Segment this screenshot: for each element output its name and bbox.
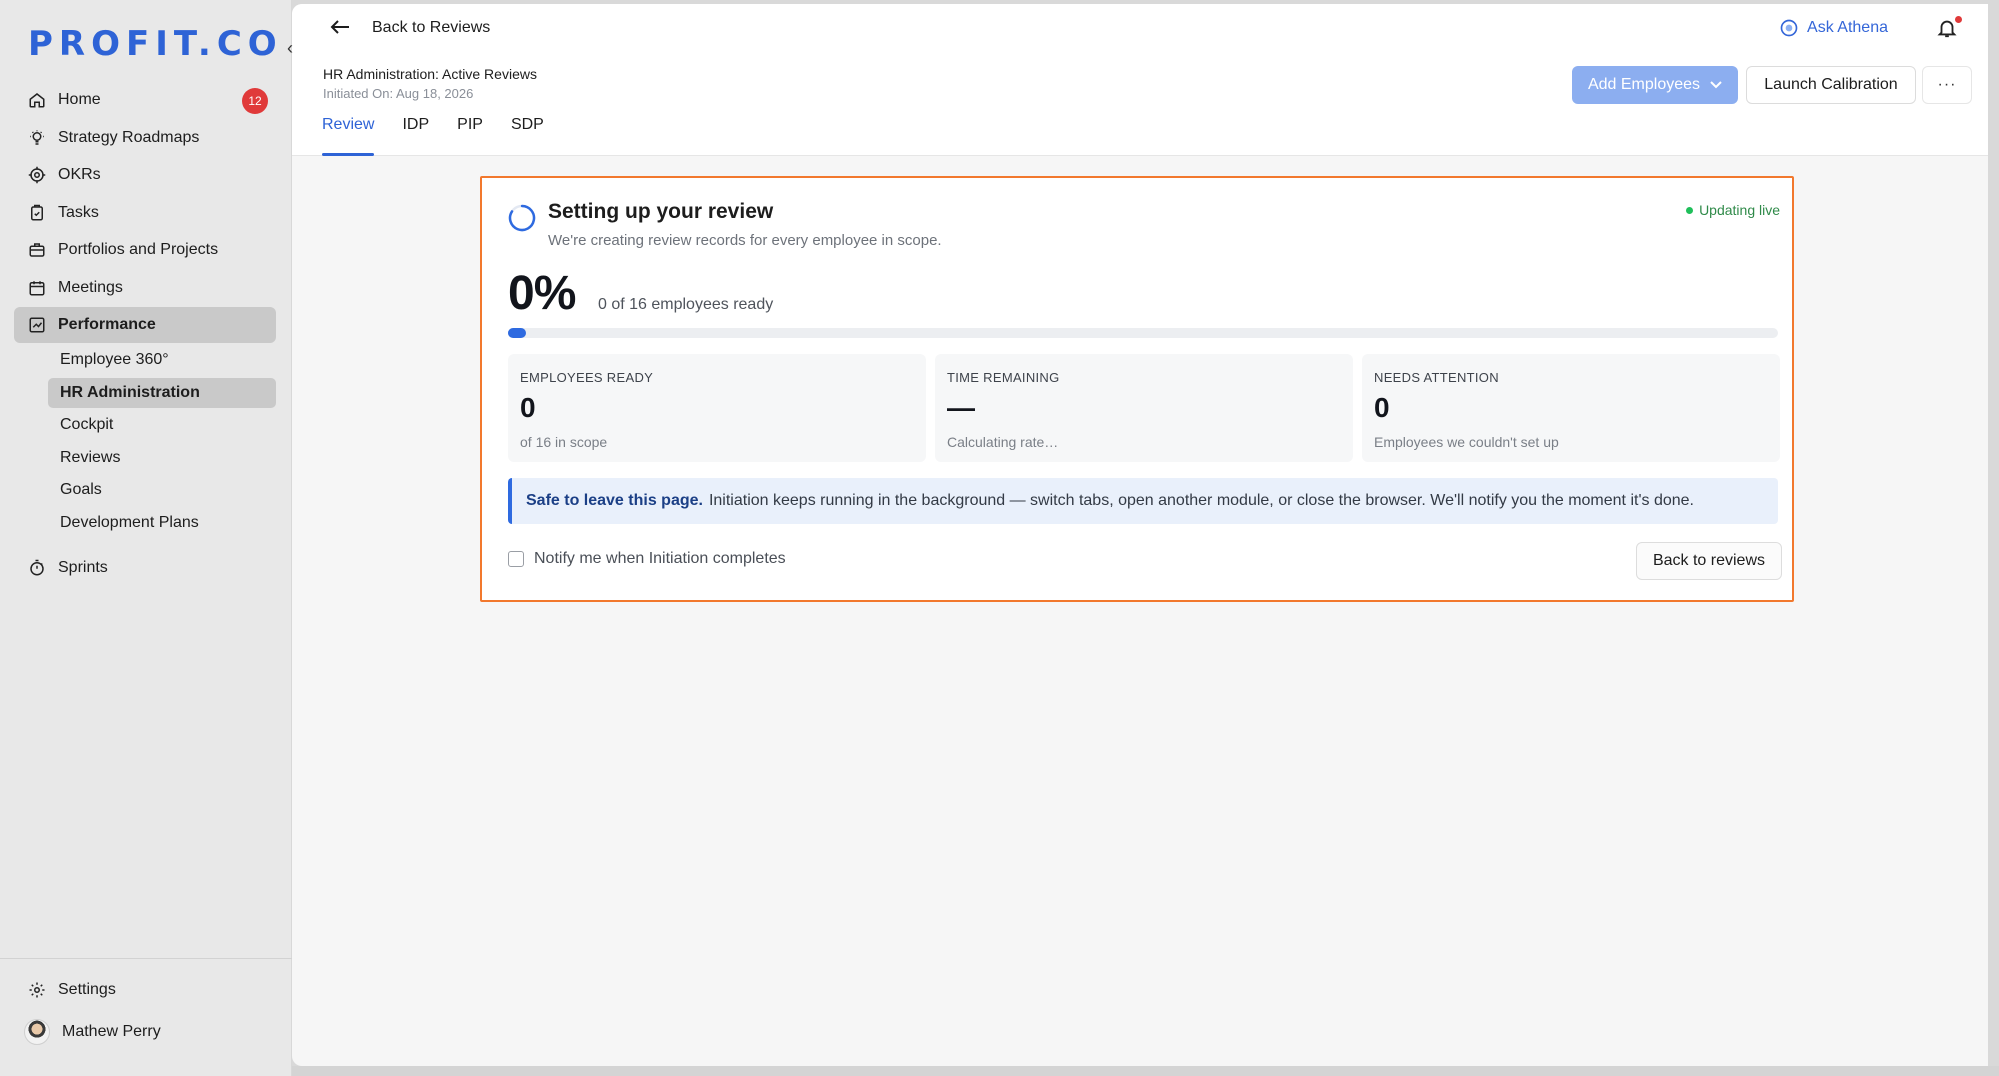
- review-tabs: Review IDP PIP SDP: [322, 116, 572, 156]
- review-header: HR Administration: Active Reviews Initia…: [292, 56, 1988, 156]
- user-name: Mathew Perry: [62, 1023, 161, 1040]
- progress-percent: 0%: [508, 267, 576, 320]
- stat-note: Calculating rate…: [947, 434, 1059, 450]
- loading-spinner-icon: [508, 204, 536, 232]
- sidebar-item-label: Sprints: [58, 558, 108, 576]
- sidebar-item-tasks[interactable]: Tasks: [14, 195, 276, 231]
- setup-subtitle: We're creating review records for every …: [548, 232, 942, 249]
- sidebar-subitem-goals[interactable]: Goals: [48, 475, 276, 505]
- user-profile[interactable]: Mathew Perry: [24, 1019, 161, 1045]
- target-icon: [28, 166, 46, 184]
- clipboard-icon: [28, 204, 46, 222]
- launch-calibration-button[interactable]: Launch Calibration: [1746, 66, 1916, 104]
- avatar: [24, 1019, 50, 1045]
- sidebar-item-home[interactable]: Home 12: [14, 82, 276, 118]
- notify-me-checkbox-row[interactable]: Notify me when Initiation completes: [508, 550, 786, 568]
- ask-athena-label: Ask Athena: [1807, 19, 1888, 36]
- gear-icon: [28, 981, 46, 999]
- stat-label: EMPLOYEES READY: [520, 370, 654, 385]
- sidebar-item-strategy-roadmaps[interactable]: Strategy Roadmaps: [14, 120, 276, 156]
- stat-value: —: [947, 392, 975, 423]
- stat-value: 0: [1374, 392, 1390, 423]
- more-options-button[interactable]: ···: [1922, 66, 1972, 104]
- sidebar-item-label: Meetings: [58, 278, 123, 296]
- performance-subnav: Employee 360° HR Administration Cockpit …: [48, 345, 276, 538]
- notify-me-checkbox[interactable]: [508, 551, 524, 567]
- sidebar-item-okrs[interactable]: OKRs: [14, 157, 276, 193]
- notification-dot: [1955, 16, 1962, 23]
- sidebar-item-label: OKRs: [58, 166, 101, 183]
- progress-bar: [508, 328, 1778, 338]
- live-status-text: Updating live: [1699, 202, 1780, 218]
- briefcase-icon: [28, 241, 46, 259]
- initiated-date: Initiated On: Aug 18, 2026: [323, 86, 474, 101]
- sidebar-item-meetings[interactable]: Meetings: [14, 270, 276, 306]
- sidebar-item-performance[interactable]: Performance: [14, 307, 276, 343]
- tab-idp[interactable]: IDP: [402, 116, 429, 156]
- tab-pip[interactable]: PIP: [457, 116, 483, 156]
- page-title: HR Administration: Active Reviews: [323, 66, 537, 82]
- sidebar-item-portfolios-projects[interactable]: Portfolios and Projects: [14, 232, 276, 268]
- sidebar-item-label: Strategy Roadmaps: [58, 128, 200, 146]
- sidebar: PROFIT.CO ‹ Home 12 Strategy Roadmaps OK…: [0, 0, 293, 1076]
- live-status: Updating live: [1686, 202, 1780, 218]
- main-nav: Home 12 Strategy Roadmaps OKRs Tasks Por…: [14, 82, 276, 587]
- chart-icon: [28, 316, 46, 334]
- sidebar-item-label: Portfolios and Projects: [58, 241, 219, 258]
- stat-needs-attention: NEEDS ATTENTION 0 Employees we couldn't …: [1362, 354, 1780, 462]
- sidebar-item-label: Home: [58, 91, 101, 108]
- safe-to-leave-notice: Safe to leave this page. Initiation keep…: [508, 478, 1778, 524]
- athena-globe-icon: [1779, 18, 1799, 38]
- notify-me-label: Notify me when Initiation completes: [534, 550, 786, 567]
- settings-label: Settings: [58, 981, 116, 998]
- stat-note: of 16 in scope: [520, 434, 608, 450]
- ask-athena-button[interactable]: Ask Athena: [1779, 18, 1888, 38]
- stat-label: NEEDS ATTENTION: [1374, 370, 1499, 385]
- calendar-icon: [28, 279, 46, 297]
- sidebar-item-sprints[interactable]: Sprints: [14, 550, 276, 586]
- arrow-left-icon: [330, 18, 350, 38]
- sidebar-subitem-hr-administration[interactable]: HR Administration: [48, 377, 276, 408]
- review-setup-card: Setting up your review We're creating re…: [480, 176, 1794, 602]
- sidebar-footer: Settings Mathew Perry: [0, 958, 292, 1076]
- stopwatch-icon: [28, 559, 46, 577]
- tab-sdp[interactable]: SDP: [511, 116, 544, 156]
- notice-text: Initiation keeps running in the backgrou…: [708, 492, 1694, 509]
- back-label: Back to Reviews: [372, 19, 491, 36]
- notice-bold: Safe to leave this page.: [526, 492, 703, 509]
- sidebar-subitem-cockpit[interactable]: Cockpit: [48, 410, 276, 440]
- topbar: Back to Reviews Ask Athena: [292, 4, 1988, 56]
- stat-time-remaining: TIME REMAINING — Calculating rate…: [935, 354, 1353, 462]
- collapse-sidebar-button[interactable]: ‹: [280, 36, 300, 60]
- sidebar-subitem-development-plans[interactable]: Development Plans: [48, 508, 276, 538]
- setup-title: Setting up your review: [548, 200, 774, 223]
- sidebar-item-label: Tasks: [58, 203, 99, 221]
- live-dot-icon: [1686, 206, 1694, 214]
- stat-label: TIME REMAINING: [947, 370, 1060, 385]
- progress-summary: 0 of 16 employees ready: [598, 296, 774, 313]
- sidebar-item-settings[interactable]: Settings: [28, 981, 116, 999]
- stat-value: 0: [520, 392, 536, 423]
- sidebar-subitem-reviews[interactable]: Reviews: [48, 443, 276, 473]
- stat-note: Employees we couldn't set up: [1374, 434, 1559, 450]
- chevron-down-icon: [1710, 81, 1722, 89]
- main-panel: Back to Reviews Ask Athena HR Administra…: [292, 4, 1988, 1066]
- window-bottom-edge: [292, 1066, 1999, 1076]
- home-icon: [28, 91, 46, 109]
- add-employees-button[interactable]: Add Employees: [1572, 66, 1738, 104]
- bulb-icon: [28, 129, 46, 147]
- notifications-button[interactable]: [1936, 16, 1962, 42]
- tab-review[interactable]: Review: [322, 116, 375, 156]
- stat-employees-ready: EMPLOYEES READY 0 of 16 in scope: [508, 354, 926, 462]
- profitco-logo[interactable]: PROFIT.CO: [28, 24, 283, 64]
- add-employees-label: Add Employees: [1587, 76, 1701, 93]
- notification-badge: 12: [242, 88, 268, 114]
- back-to-reviews-button[interactable]: Back to reviews: [1636, 542, 1782, 580]
- progress-bar-fill: [508, 328, 526, 338]
- sidebar-item-label: Performance: [58, 316, 156, 333]
- back-to-reviews-link[interactable]: Back to Reviews: [330, 18, 490, 38]
- sidebar-subitem-employee-360[interactable]: Employee 360°: [48, 345, 276, 375]
